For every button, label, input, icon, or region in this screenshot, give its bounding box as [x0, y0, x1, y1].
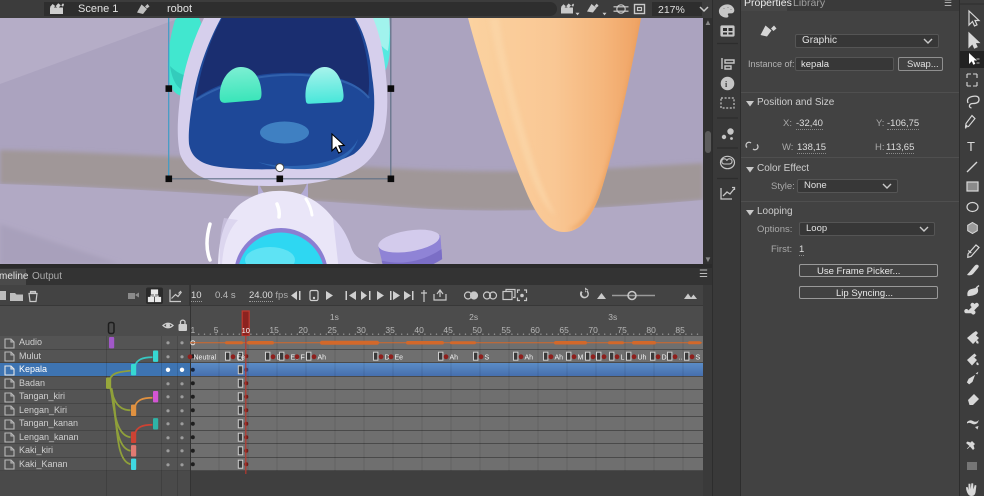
svg-text:..: ..	[679, 355, 683, 362]
svg-text:Uh: Uh	[638, 355, 647, 362]
svg-text:S: S	[696, 355, 701, 362]
svg-text:T: T	[967, 139, 975, 154]
svg-text:D: D	[662, 355, 667, 362]
svg-text:Ah: Ah	[555, 355, 564, 362]
svg-text:Neutral: Neutral	[194, 355, 217, 362]
svg-text:Ee: Ee	[395, 355, 404, 362]
svg-text:Ah: Ah	[450, 355, 459, 362]
svg-text:Ah: Ah	[318, 355, 327, 362]
svg-text:L: L	[621, 355, 625, 362]
svg-text:D: D	[385, 355, 390, 362]
svg-text:Ah: Ah	[525, 355, 534, 362]
svg-text:F: F	[301, 355, 305, 362]
svg-text:M: M	[578, 355, 584, 362]
svg-text:Ee: Ee	[237, 355, 246, 362]
svg-text:S: S	[485, 355, 490, 362]
